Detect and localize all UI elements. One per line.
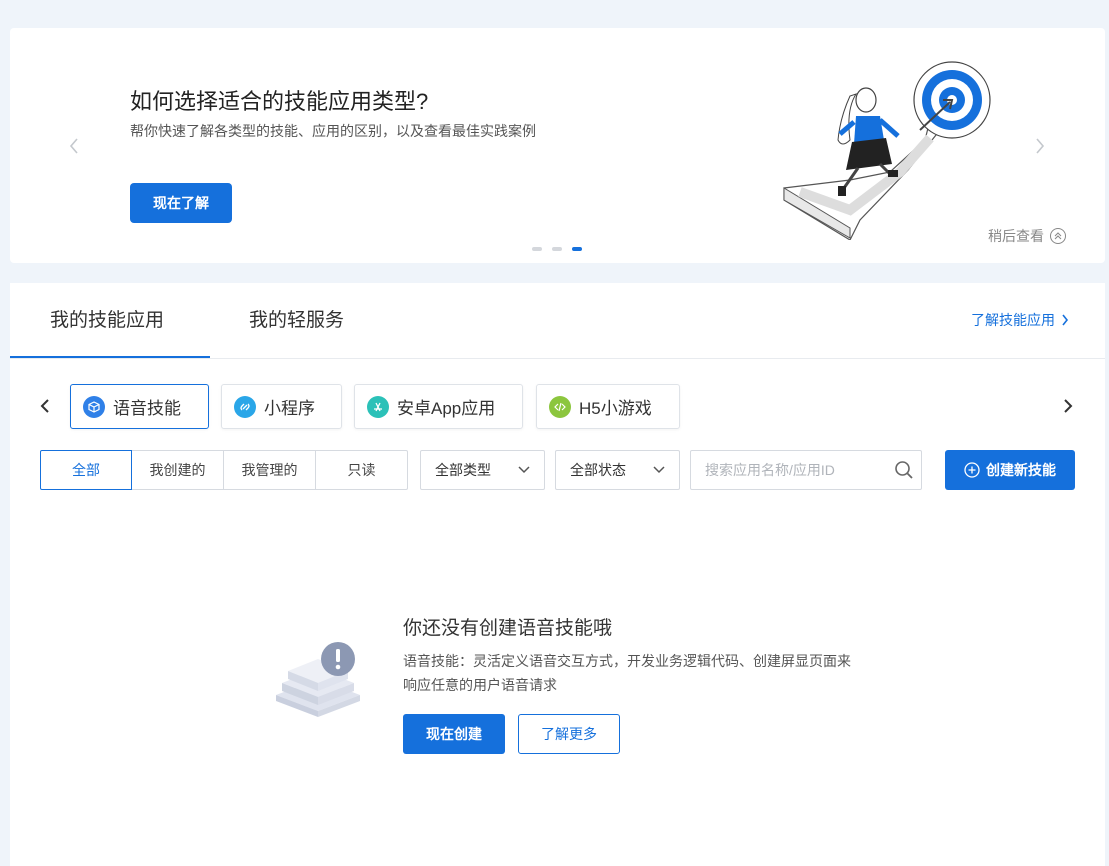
active-tab-indicator (10, 356, 210, 358)
carousel-dot[interactable] (532, 247, 542, 251)
learn-skill-apps-link[interactable]: 了解技能应用 (971, 310, 1069, 330)
empty-state-description: 语音技能：灵活定义语音交互方式，开发业务逻辑代码、创建屏显页面来响应任意的用户语… (403, 653, 851, 693)
type-select[interactable]: 全部类型 (420, 450, 545, 490)
banner-prev-arrow-icon[interactable] (64, 136, 84, 156)
status-select[interactable]: 全部状态 (555, 450, 680, 490)
carousel-dots (532, 247, 582, 251)
chevron-right-icon (1062, 314, 1069, 326)
filter-managed-by-me[interactable]: 我管理的 (223, 450, 316, 490)
code-icon (549, 395, 571, 418)
view-later-label: 稍后查看 (988, 228, 1044, 244)
chevron-down-icon (518, 466, 530, 474)
banner-subtitle: 帮你快速了解各类型的技能、应用的区别，以及查看最佳实践案例 (130, 123, 536, 139)
plus-circle-icon (964, 462, 980, 478)
view-later-link[interactable]: 稍后查看 (988, 226, 1066, 246)
empty-warning-illustration-icon (276, 642, 360, 717)
category-label: 小程序 (264, 399, 315, 418)
banner-next-arrow-icon[interactable] (1030, 136, 1050, 156)
collapse-up-icon (1050, 228, 1066, 244)
create-skill-button[interactable]: 创建新技能 (945, 450, 1075, 490)
create-skill-label: 创建新技能 (986, 462, 1056, 478)
target-illustration-icon (783, 61, 991, 240)
category-prev-arrow-icon[interactable] (37, 396, 53, 416)
chevron-down-icon (653, 466, 665, 474)
carousel-dot[interactable] (552, 247, 562, 251)
create-now-button[interactable]: 现在创建 (403, 714, 505, 754)
type-select-value: 全部类型 (435, 462, 491, 478)
filter-created-by-me[interactable]: 我创建的 (131, 450, 224, 490)
category-label: H5小游戏 (579, 399, 652, 418)
banner-title: 如何选择适合的技能应用类型? (130, 89, 429, 114)
search-input[interactable] (691, 452, 886, 488)
filter-all[interactable]: 全部 (40, 450, 132, 490)
tab-my-light-services[interactable]: 我的轻服务 (249, 283, 344, 359)
category-voice-skill[interactable]: 语音技能 (70, 384, 209, 429)
category-label: 安卓App应用 (397, 399, 496, 418)
banner-learn-now-button[interactable]: 现在了解 (130, 183, 232, 223)
category-mini-program[interactable]: 小程序 (221, 384, 342, 429)
banner-carousel: 如何选择适合的技能应用类型? 帮你快速了解各类型的技能、应用的区别，以及查看最佳… (10, 28, 1105, 263)
category-label: 语音技能 (113, 399, 181, 418)
app-store-icon (367, 395, 389, 418)
skills-panel: 我的技能应用 我的轻服务 了解技能应用 语音技能 小程序 安卓App应用 H5小… (10, 283, 1105, 866)
status-select-value: 全部状态 (570, 462, 626, 478)
link-icon (234, 395, 256, 418)
category-h5-game[interactable]: H5小游戏 (536, 384, 680, 429)
search-box (690, 450, 922, 490)
learn-more-button[interactable]: 了解更多 (518, 714, 620, 754)
cube-icon (83, 395, 105, 418)
category-android-app[interactable]: 安卓App应用 (354, 384, 523, 429)
category-next-arrow-icon[interactable] (1060, 396, 1076, 416)
filter-read-only[interactable]: 只读 (315, 450, 408, 490)
tab-bar: 我的技能应用 我的轻服务 了解技能应用 (10, 283, 1105, 359)
learn-skill-apps-label: 了解技能应用 (971, 312, 1055, 328)
carousel-dot-active[interactable] (572, 247, 582, 251)
tab-my-skill-apps[interactable]: 我的技能应用 (50, 283, 164, 359)
search-icon[interactable] (886, 460, 921, 480)
ownership-filter: 全部 我创建的 我管理的 只读 (40, 450, 408, 490)
empty-state-title: 你还没有创建语音技能哦 (403, 618, 613, 639)
